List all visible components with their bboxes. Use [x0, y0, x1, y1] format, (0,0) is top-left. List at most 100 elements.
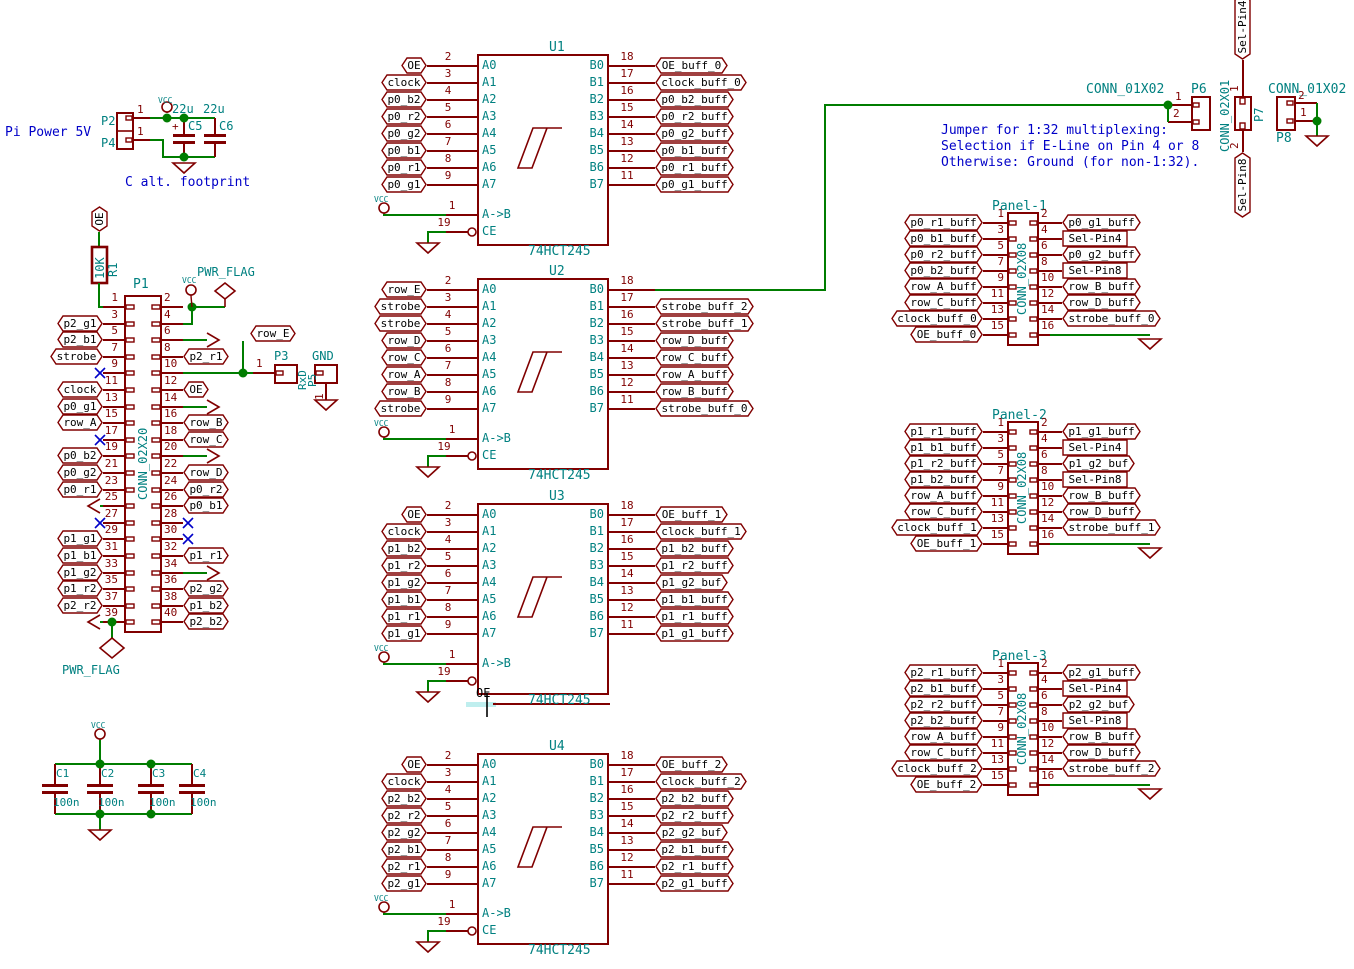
U2-ref[interactable]: U2 — [549, 265, 565, 278]
U4-ref[interactable]: U4 — [549, 740, 565, 753]
net-label-OE[interactable]: OE — [401, 506, 427, 523]
net-label-row_B_buff[interactable]: row_B_buff — [1062, 728, 1141, 745]
net-label-p1_b1_buff[interactable]: p1_b1_buff — [655, 591, 734, 608]
net-label-clock[interactable]: clock — [381, 523, 427, 540]
net-label-p2_b1_buff[interactable]: p2_b1_buff — [655, 841, 734, 858]
net-label-row_B_buff[interactable]: row_B_buff — [1062, 278, 1141, 295]
net-label-p2_r1[interactable]: p2_r1 — [381, 858, 427, 875]
net-label-p1_b1[interactable]: p1_b1 — [381, 591, 427, 608]
net-label-p2_g2_buf[interactable]: p2_g2_buf — [1062, 696, 1135, 713]
net-label-p0_b1[interactable]: p0_b1 — [183, 497, 229, 514]
p2-ref[interactable]: P2 — [101, 115, 115, 127]
c6-plate[interactable] — [204, 134, 226, 137]
c6-value[interactable]: 22u — [203, 103, 225, 115]
net-label-OE_buff_0[interactable]: OE_buff_0 — [655, 57, 728, 74]
net-label-Sel-Pin4[interactable]: Sel-Pin4 — [1062, 439, 1128, 456]
c4-ref[interactable]: C4 — [193, 768, 206, 779]
c3-ref[interactable]: C3 — [152, 768, 165, 779]
net-label-row_C[interactable]: row_C — [381, 349, 427, 366]
p7-ref[interactable]: P7 — [1253, 108, 1265, 122]
net-label-clock_buff_2[interactable]: clock_buff_2 — [655, 773, 747, 790]
net-label-p0_g2_buff[interactable]: p0_g2_buff — [1062, 246, 1141, 263]
net-label-row_B[interactable]: row_B — [381, 383, 427, 400]
U1-ref[interactable]: U1 — [549, 41, 565, 54]
net-label-row_A[interactable]: row_A — [381, 366, 427, 383]
net-label-strobe_buff_0[interactable]: strobe_buff_0 — [655, 400, 754, 417]
net-label-p1_g1_buff[interactable]: p1_g1_buff — [1062, 423, 1141, 440]
net-label-p1_r2_buff[interactable]: p1_r2_buff — [904, 455, 983, 472]
net-label-p0_r1[interactable]: p0_r1 — [381, 159, 427, 176]
C2-plate[interactable] — [87, 791, 113, 794]
net-label-clock_buff_0[interactable]: clock_buff_0 — [655, 74, 747, 91]
p1-ref[interactable]: P1 — [133, 278, 149, 291]
net-label-p2_g2[interactable]: p2_g2 — [381, 824, 427, 841]
net-label-p0_b1_buff[interactable]: p0_b1_buff — [904, 230, 983, 247]
net-label-p1_g1[interactable]: p1_g1 — [381, 625, 427, 642]
net-label-p2_g2[interactable]: p2_g2 — [183, 580, 229, 597]
net-label-p2_b2_buff[interactable]: p2_b2_buff — [655, 790, 734, 807]
p6-connector-outline[interactable] — [1192, 97, 1210, 130]
net-label-row_D[interactable]: row_D — [183, 464, 229, 481]
c5-ref[interactable]: C5 — [188, 120, 202, 132]
net-label-p1_b2_buff[interactable]: p1_b2_buff — [655, 540, 734, 557]
p4-ref[interactable]: P4 — [101, 137, 115, 149]
C3-plate[interactable] — [138, 791, 164, 794]
pwr-flag-top-text[interactable]: PWR_FLAG — [197, 266, 255, 278]
panel-1-value[interactable]: CONN_02X08 — [1016, 243, 1028, 315]
r1-value[interactable]: 10K — [94, 257, 106, 279]
net-label-p0_g1_buff[interactable]: p0_g1_buff — [655, 176, 734, 193]
net-label-p2_r1[interactable]: p2_r1 — [183, 348, 229, 365]
net-label-Sel-Pin4[interactable]: Sel-Pin4 — [1062, 230, 1128, 247]
c5-plate[interactable] — [173, 134, 195, 137]
C1-plate[interactable] — [42, 791, 68, 794]
net-label-p0_b2[interactable]: p0_b2 — [381, 91, 427, 108]
net-label-OE[interactable]: OE — [401, 756, 427, 773]
U3-ref[interactable]: U3 — [549, 490, 565, 503]
r1-ref[interactable]: R1 — [107, 263, 119, 277]
net-label-Sel-Pin8[interactable]: Sel-Pin8 — [1234, 152, 1251, 218]
net-label-p1_g2_buf[interactable]: p1_g2_buf — [655, 574, 728, 591]
net-label-row_B_buff[interactable]: row_B_buff — [655, 383, 734, 400]
U4-value[interactable]: 74HCT245 — [528, 944, 591, 957]
c2-ref[interactable]: C2 — [101, 768, 114, 779]
net-label-row_C_buff[interactable]: row_C_buff — [904, 744, 983, 761]
net-label-p1_g1_buff[interactable]: p1_g1_buff — [655, 625, 734, 642]
net-label-Sel-Pin4[interactable]: Sel-Pin4 — [1062, 680, 1128, 697]
net-label-p1_r1_buff[interactable]: p1_r1_buff — [655, 608, 734, 625]
net-label-row_C_buff[interactable]: row_C_buff — [904, 294, 983, 311]
p3-connector-outline[interactable] — [275, 365, 297, 383]
net-label-p0_r1_buff[interactable]: p0_r1_buff — [904, 214, 983, 231]
net-label-p2_r2_buff[interactable]: p2_r2_buff — [655, 807, 734, 824]
c3-value[interactable]: 100n — [149, 797, 176, 808]
c5-value[interactable]: 22u — [172, 103, 194, 115]
U1-value[interactable]: 74HCT245 — [528, 245, 591, 258]
net-label-OE_buff_1[interactable]: OE_buff_1 — [910, 535, 983, 552]
net-label-clock_buff_0[interactable]: clock_buff_0 — [891, 310, 983, 327]
net-label-p2_b2[interactable]: p2_b2 — [183, 613, 229, 630]
U3-value[interactable]: 74HCT245 — [528, 694, 591, 707]
net-label-Sel-Pin8[interactable]: Sel-Pin8 — [1062, 712, 1128, 729]
net-label-row_E[interactable]: row_E — [381, 281, 427, 298]
net-label-p1_b1_buff[interactable]: p1_b1_buff — [904, 439, 983, 456]
p5-ref[interactable]: P5 — [307, 374, 318, 387]
c1-ref[interactable]: C1 — [56, 768, 69, 779]
net-label-row_D_buff[interactable]: row_D_buff — [1062, 744, 1141, 761]
net-label-OE_buff_2[interactable]: OE_buff_2 — [655, 756, 728, 773]
u3-ce-artifact-text[interactable]: OE — [476, 687, 490, 699]
net-label-p1_r1[interactable]: p1_r1 — [381, 608, 427, 625]
net-label-p1_b2_buff[interactable]: p1_b2_buff — [904, 471, 983, 488]
p6-value[interactable]: CONN_01X02 — [1086, 83, 1164, 96]
net-label-strobe_buff_1[interactable]: strobe_buff_1 — [655, 315, 754, 332]
panel-3-value[interactable]: CONN_02X08 — [1016, 693, 1028, 765]
net-label-p2_g1_buff[interactable]: p2_g1_buff — [655, 875, 734, 892]
c6-plate[interactable] — [204, 141, 226, 144]
c6-ref[interactable]: C6 — [219, 120, 233, 132]
net-label-p2_r2[interactable]: p2_r2 — [381, 807, 427, 824]
net-label-strobe[interactable]: strobe — [374, 315, 427, 332]
net-label-p0_r2[interactable]: p0_r2 — [183, 481, 229, 498]
net-label-row_D_buff[interactable]: row_D_buff — [1062, 503, 1141, 520]
net-label-row_E[interactable]: row_E — [250, 325, 296, 342]
net-label-p2_g1_buff[interactable]: p2_g1_buff — [1062, 664, 1141, 681]
net-label-row_A_buff[interactable]: row_A_buff — [655, 366, 734, 383]
net-label-p1_r2[interactable]: p1_r2 — [381, 557, 427, 574]
